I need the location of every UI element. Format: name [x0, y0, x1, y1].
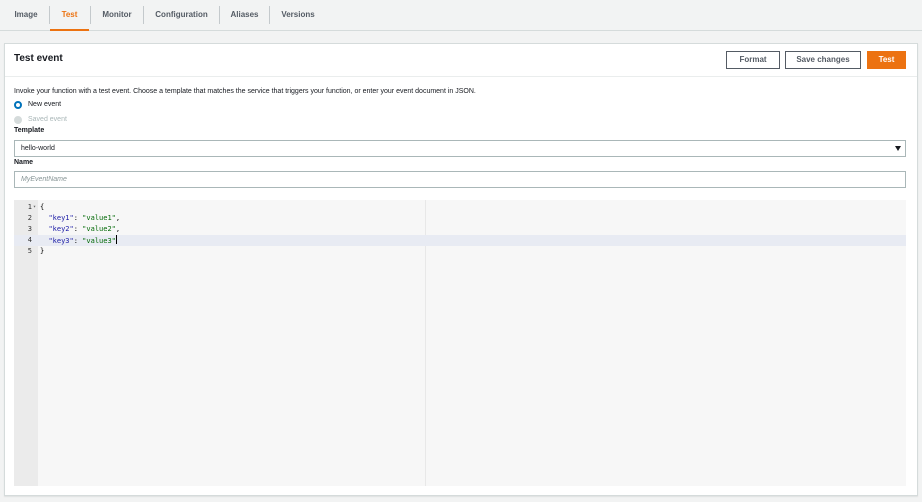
tab-divider — [219, 6, 220, 24]
template-select[interactable]: hello-world — [14, 140, 906, 157]
template-value: hello-world — [21, 145, 55, 152]
tab-monitor[interactable]: Monitor — [92, 0, 142, 30]
code-text: "key1": "value1", — [40, 213, 120, 224]
format-button[interactable]: Format — [726, 51, 780, 69]
json-string: "value1" — [82, 214, 116, 222]
tab-divider — [90, 6, 91, 24]
line-number: 1 — [27, 203, 32, 211]
code-text: { — [40, 202, 44, 213]
json-key: "key1" — [48, 214, 74, 222]
fold-arrow-icon[interactable]: ▾ — [33, 202, 36, 213]
json-punct: , — [115, 214, 121, 222]
tab-bar: Image Test Monitor Configuration Aliases… — [0, 0, 922, 31]
code-text: } — [40, 246, 44, 257]
json-string: "value3" — [82, 237, 116, 245]
new-event-radio[interactable]: New event — [14, 100, 114, 110]
test-event-panel: Test event Format Save changes Test Invo… — [4, 43, 918, 496]
json-punct: : — [73, 225, 83, 233]
name-label: Name — [14, 159, 34, 166]
code-line[interactable]: 3 "key2": "value2", — [14, 224, 906, 235]
json-key: "key3" — [48, 237, 74, 245]
json-key: "key2" — [48, 225, 74, 233]
event-name-placeholder: MyEventName — [21, 176, 67, 183]
panel-title: Test event — [14, 53, 63, 64]
tab-test[interactable]: Test — [50, 0, 89, 31]
line-number: 5 — [27, 247, 32, 255]
template-label: Template — [14, 127, 45, 134]
code-line[interactable]: 1 ▾ { — [14, 202, 906, 213]
tab-image[interactable]: Image — [6, 0, 46, 30]
radio-disabled-icon — [14, 116, 22, 124]
save-changes-button[interactable]: Save changes — [785, 51, 861, 69]
panel-header: Test event Format Save changes Test — [5, 44, 917, 77]
new-event-label: New event — [28, 101, 62, 108]
json-punct: , — [115, 225, 121, 233]
code-line[interactable]: 2 "key1": "value1", — [14, 213, 906, 224]
text-cursor — [115, 235, 117, 244]
saved-event-radio[interactable]: Saved event — [14, 115, 114, 125]
json-punct: : — [73, 237, 83, 245]
line-number: 4 — [27, 236, 32, 244]
radio-selected-icon[interactable] — [14, 101, 22, 109]
json-punct: : — [73, 214, 83, 222]
event-name-input[interactable]: MyEventName — [14, 171, 906, 188]
code-line[interactable]: 4 "key3": "value3" — [14, 235, 906, 246]
json-punct: } — [40, 247, 45, 255]
json-punct: { — [40, 203, 45, 211]
code-line[interactable]: 5} — [14, 246, 906, 257]
test-button[interactable]: Test — [867, 51, 906, 69]
json-string: "value2" — [82, 225, 116, 233]
line-number: 2 — [27, 214, 32, 222]
tab-configuration[interactable]: Configuration — [145, 0, 218, 30]
intro-text: Invoke your function with a test event. … — [14, 88, 476, 95]
tab-aliases[interactable]: Aliases — [221, 0, 268, 30]
tab-divider — [143, 6, 144, 24]
json-code-editor[interactable]: 1 ▾{2 "key1": "value1", 3 "key2": "value2"… — [14, 200, 906, 486]
code-text: "key2": "value2", — [40, 224, 120, 235]
line-number: 3 — [27, 225, 32, 233]
tab-versions[interactable]: Versions — [271, 0, 325, 30]
tab-divider — [269, 6, 270, 24]
saved-event-label: Saved event — [28, 116, 67, 123]
caret-down-icon — [895, 146, 901, 151]
